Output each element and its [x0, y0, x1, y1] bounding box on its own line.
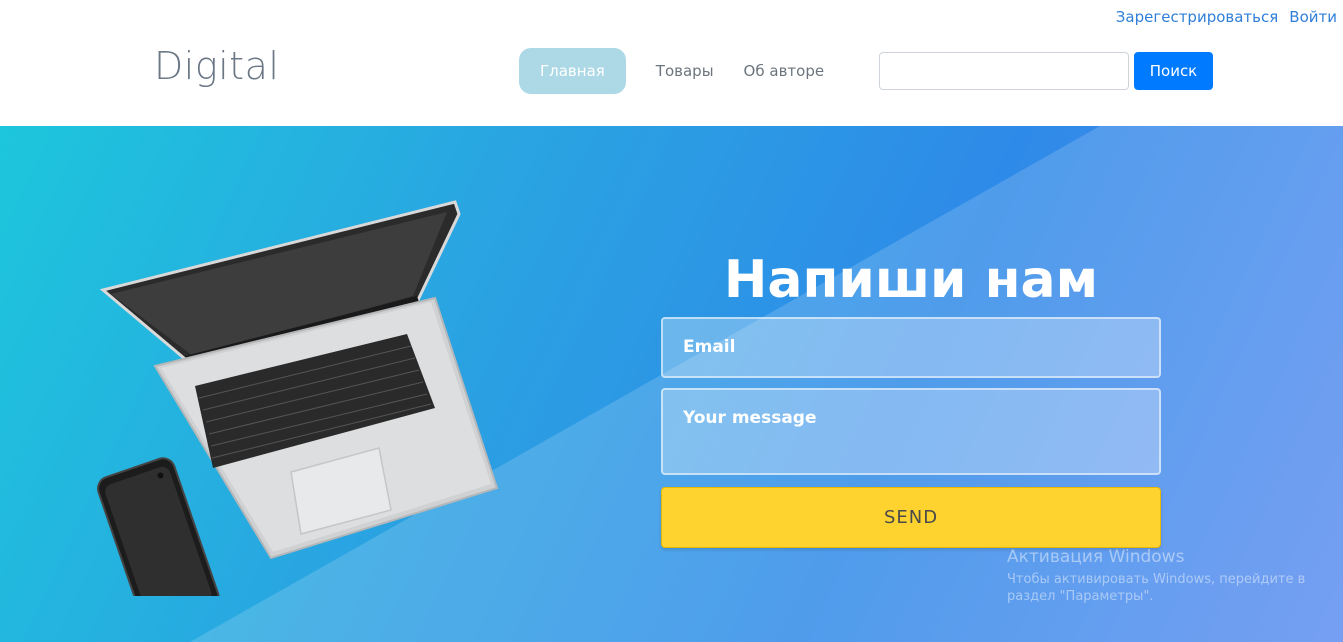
- nav-item-home[interactable]: Главная: [519, 48, 626, 94]
- main-nav: Главная Товары Об авторе: [519, 48, 839, 94]
- email-field[interactable]: Email: [661, 317, 1161, 378]
- nav-item-about[interactable]: Об авторе: [729, 48, 840, 94]
- watermark-title: Активация Windows: [1007, 547, 1185, 567]
- site-logo[interactable]: Digital: [154, 44, 279, 88]
- watermark-subtitle: Чтобы активировать Windows, перейдите в …: [1007, 572, 1306, 604]
- search-button[interactable]: Поиск: [1134, 52, 1213, 90]
- nav-item-products[interactable]: Товары: [641, 48, 729, 94]
- windows-activation-watermark: Активация Windows Чтобы активировать Win…: [1007, 547, 1327, 605]
- laptop-phone-illustration: [97, 200, 499, 596]
- search-input[interactable]: [879, 52, 1129, 90]
- site-header: Digital Главная Товары Об авторе Поиск: [0, 0, 1343, 126]
- contact-title: Напиши нам: [723, 250, 1099, 310]
- send-button[interactable]: SEND: [661, 487, 1161, 548]
- message-field[interactable]: Your message: [661, 388, 1161, 475]
